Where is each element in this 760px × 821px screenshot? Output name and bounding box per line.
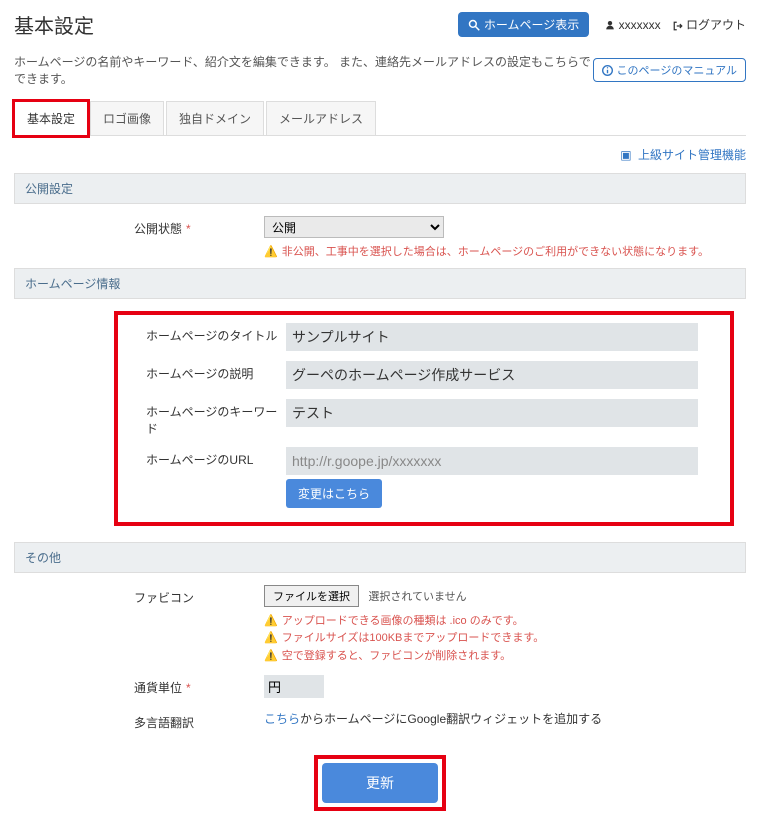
hp-url-input [286,447,698,475]
page-title: 基本設定 [14,10,458,39]
user-icon [605,20,615,30]
required-mark: * [186,681,191,695]
submit-button[interactable]: 更新 [322,763,438,803]
external-link-icon: ▣ [620,148,631,162]
lang-label: 多言語翻訳 [14,710,264,735]
view-homepage-button[interactable]: ホームページ表示 [458,12,589,37]
hp-title-input[interactable] [286,323,698,351]
publish-status-select[interactable]: 公開 [264,216,444,238]
hp-url-label: ホームページのURL [126,447,286,472]
logout-link[interactable]: ログアウト [673,16,746,33]
advanced-site-label: 上級サイト管理機能 [638,148,746,162]
current-user: xxxxxxx [605,18,660,32]
warning-icon: ⚠️ [264,630,278,648]
hpinfo-highlight-block: ホームページのタイトル ホームページの説明 ホームページのキーワード ホームペー… [114,311,734,526]
favicon-warn-3: 空で登録すると、ファビコンが削除されます。 [282,648,511,666]
section-publish-head: 公開設定 [14,173,746,204]
required-mark: * [186,222,191,236]
publish-status-label: 公開状態* [14,216,264,241]
warning-icon: ⚠️ [264,613,278,631]
lang-link[interactable]: こちら [264,712,300,726]
tabs: 基本設定 ロゴ画像 独自ドメイン メールアドレス [14,101,746,136]
advanced-site-link[interactable]: ▣ 上級サイト管理機能 [620,148,746,162]
username-text: xxxxxxx [619,18,661,32]
lang-rest-text: からホームページにGoogle翻訳ウィジェットを追加する [300,712,602,726]
section-hpinfo-head: ホームページ情報 [14,268,746,299]
currency-input[interactable] [264,675,324,698]
view-homepage-label: ホームページ表示 [484,16,579,33]
tab-email[interactable]: メールアドレス [266,101,376,135]
tab-logo[interactable]: ロゴ画像 [90,101,164,135]
tab-domain[interactable]: 独自ドメイン [166,101,264,135]
warning-icon: ⚠️ [264,648,278,666]
manual-link-button[interactable]: このページのマニュアル [593,58,746,82]
favicon-label: ファビコン [14,585,264,610]
change-url-button[interactable]: 変更はこちら [286,479,382,508]
section-other-head: その他 [14,542,746,573]
file-none-text: 選択されていません [368,591,466,603]
hp-kw-input[interactable] [286,399,698,427]
hp-kw-label: ホームページのキーワード [126,399,286,441]
favicon-warn-2: ファイルサイズは100KBまでアップロードできます。 [282,630,545,648]
submit-highlight: 更新 [314,755,446,811]
search-icon [468,19,480,31]
warning-icon: ⚠️ [264,244,278,262]
hp-desc-input[interactable] [286,361,698,389]
tab-basic[interactable]: 基本設定 [14,101,88,136]
hp-desc-label: ホームページの説明 [126,361,286,386]
logout-label: ログアウト [686,18,746,32]
currency-label: 通貨単位* [14,675,264,700]
file-select-button[interactable]: ファイルを選択 [264,585,359,607]
manual-link-label: このページのマニュアル [617,62,737,78]
hp-title-label: ホームページのタイトル [126,323,286,348]
info-icon [602,65,613,76]
exit-icon [673,21,683,31]
favicon-warn-1: アップロードできる画像の種類は .ico のみです。 [282,613,524,631]
publish-warning-text: 非公開、工事中を選択した場合は、ホームページのご利用ができない状態になります。 [282,244,709,262]
page-description: ホームページの名前やキーワード、紹介文を編集できます。 また、連絡先メールアドレ… [14,53,593,87]
